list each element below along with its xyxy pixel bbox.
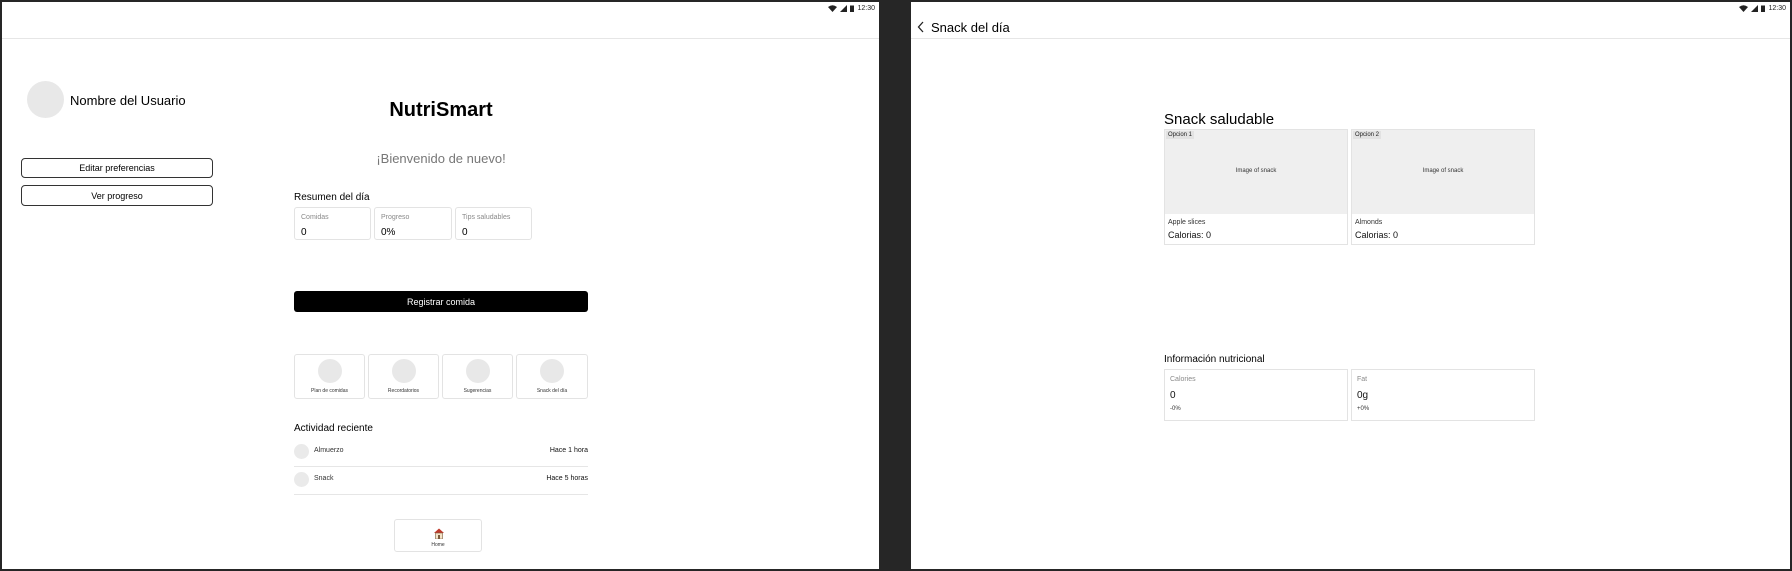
nutrition-label: Calories [1170,376,1196,383]
nutrition-change: -0% [1170,406,1181,412]
summary-card-meals: Comidas 0 [294,207,371,240]
snack-icon [540,359,564,383]
header-divider [911,38,1790,39]
activity-icon [294,444,309,459]
option-tag: Opcion 2 [1353,131,1382,139]
nutrition-card-calories: Calories 0 -0% [1164,369,1348,421]
summary-card-progress: Progreso 0% [374,207,452,240]
header-divider [2,38,879,39]
summary-card-value: 0 [462,227,468,238]
summary-card-label: Tips saludables [462,214,511,221]
snack-calories: Calorias: 0 [1355,230,1399,240]
activity-time: Hace 1 hora [549,447,588,454]
activity-icon [294,472,309,487]
summary-card-label: Progreso [381,214,410,221]
snack-image-label: Image of snack [1422,168,1464,174]
wifi-icon [828,4,838,12]
reminders-icon [391,359,416,383]
activity-row[interactable]: Almuerzo Hace 1 hora [294,438,588,467]
page-title: Snack del día [931,20,1010,35]
nutrition-label: Fat [1357,376,1368,383]
snack-option-card[interactable]: Image of snack Opcion 1 Apple slices Cal… [1164,129,1348,245]
quick-action-meal-plan[interactable]: Plan de comidas [294,354,365,399]
summary-card-label: Comidas [301,214,329,221]
bottom-nav-home[interactable]: Home [394,519,482,552]
activity-time: Hace 5 horas [546,475,588,482]
snack-name: Apple slices [1168,219,1206,226]
snack-name: Almonds [1355,219,1383,226]
activity-name: Snack [314,475,334,482]
home-screen: 12:30 Nombre del Usuario Editar preferen… [2,2,879,569]
nutrition-change: +0% [1357,406,1370,412]
summary-title: Resumen del día [294,192,370,203]
activity-row[interactable]: Snack Hace 5 horas [294,466,588,495]
status-bar: 12:30 [1739,2,1786,14]
signal-icon [840,4,848,12]
signal-icon [1751,4,1759,12]
welcome-message: ¡Bienvenido de nuevo! [376,151,506,166]
nutrition-card-fat: Fat 0g +0% [1351,369,1535,421]
snack-image-label: Image of snack [1235,168,1277,174]
quick-action-label: Recordatorios [387,388,420,394]
status-time: 12:30 [857,4,875,12]
suggestions-icon [465,359,490,383]
summary-card-tips: Tips saludables 0 [455,207,532,240]
meal-plan-icon [317,359,342,383]
quick-action-label: Snack del día [536,388,568,394]
wifi-icon [1739,4,1749,12]
nutrition-value: 0 [1170,390,1176,401]
quick-action-label: Sugerencias [463,388,492,394]
app-title: NutriSmart [389,99,493,121]
status-time: 12:30 [1768,4,1786,12]
back-arrow-icon[interactable] [917,21,925,33]
section-title: Snack saludable [1164,111,1275,128]
snack-calories: Calorias: 0 [1168,230,1212,240]
nutrition-title: Información nutricional [1164,354,1265,365]
register-meal-button[interactable]: Registrar comida [294,291,588,312]
quick-action-snack-of-day[interactable]: Snack del día [516,354,588,399]
snack-screen: 12:30 Snack del día Snack saludable Imag… [911,2,1790,569]
view-progress-button[interactable]: Ver progreso [21,185,213,206]
quick-action-label: Plan de comidas [311,388,348,394]
battery-icon [1761,5,1766,12]
house-icon [434,528,444,539]
battery-icon [850,5,855,12]
summary-card-value: 0 [301,227,307,238]
snack-option-card[interactable]: Image of snack Opcion 2 Almonds Calorias… [1351,129,1535,245]
status-bar: 12:30 [828,2,875,14]
home-nav-label: Home [431,542,445,548]
nutrition-value: 0g [1357,390,1369,401]
quick-action-suggestions[interactable]: Sugerencias [442,354,513,399]
summary-card-value: 0% [381,227,396,238]
avatar[interactable] [27,81,64,118]
activity-name: Almuerzo [314,447,344,454]
edit-preferences-button[interactable]: Editar preferencias [21,158,213,178]
quick-action-reminders[interactable]: Recordatorios [368,354,439,399]
user-name: Nombre del Usuario [70,93,186,108]
recent-activity-title: Actividad reciente [294,423,373,434]
option-tag: Opcion 1 [1166,131,1195,139]
